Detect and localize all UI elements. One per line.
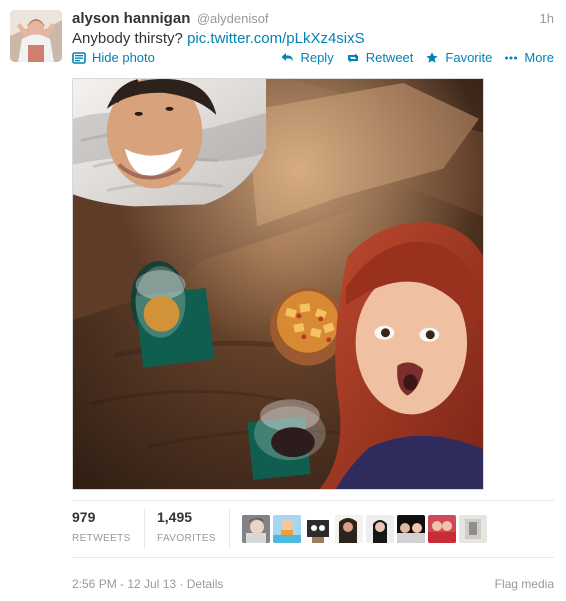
favorites-stat[interactable]: 1,495 FAVORITES bbox=[157, 509, 216, 545]
tweet-actions: Hide photo Reply Retweet Favorite More bbox=[72, 49, 554, 67]
retweets-label: RETWEETS bbox=[72, 533, 131, 544]
tweet-photo[interactable] bbox=[72, 78, 484, 490]
tweet-stats: 979 RETWEETS 1,495 FAVORITES bbox=[72, 509, 554, 557]
retweet-arrows-icon bbox=[346, 51, 360, 65]
stats-top-divider bbox=[72, 500, 554, 501]
stats-separator-1 bbox=[144, 509, 145, 549]
avatar-photo-icon bbox=[10, 10, 62, 62]
reply-arrow-icon bbox=[280, 51, 294, 65]
hide-photo-label: Hide photo bbox=[92, 50, 155, 65]
tweet-text-prefix: Anybody thirsty? bbox=[72, 30, 183, 47]
favorites-label: FAVORITES bbox=[157, 533, 216, 544]
tweet-action-group: Reply Retweet Favorite More bbox=[280, 49, 554, 67]
tweet-text: Anybody thirsty? pic.twitter.com/pLkXz4s… bbox=[72, 29, 365, 49]
favoriter-avatar[interactable] bbox=[242, 515, 270, 543]
star-icon bbox=[425, 51, 439, 65]
ellipsis-icon bbox=[504, 51, 518, 65]
retweets-stat[interactable]: 979 RETWEETS bbox=[72, 509, 131, 545]
favoriter-avatar[interactable] bbox=[335, 515, 363, 543]
author-display-name[interactable]: alyson hannigan bbox=[72, 10, 190, 27]
author-avatar[interactable] bbox=[10, 10, 62, 62]
retweet-label: Retweet bbox=[365, 50, 414, 65]
favoriter-avatar[interactable] bbox=[304, 515, 332, 543]
more-label: More bbox=[524, 50, 554, 65]
stats-bottom-divider bbox=[72, 557, 554, 558]
reply-action[interactable]: Reply bbox=[280, 49, 334, 67]
photo-icon bbox=[72, 51, 86, 65]
favoriter-avatar[interactable] bbox=[428, 515, 456, 543]
stats-separator-2 bbox=[229, 509, 230, 549]
favorited-by-avatars bbox=[242, 515, 487, 543]
author-screen-name[interactable]: @alydenisof bbox=[197, 11, 269, 26]
favoriter-avatar[interactable] bbox=[459, 515, 487, 543]
details-link[interactable]: Details bbox=[187, 577, 224, 591]
hide-photo-action[interactable]: Hide photo bbox=[72, 49, 155, 67]
selfie-photo-image bbox=[73, 79, 483, 489]
favoriter-avatar[interactable] bbox=[273, 515, 301, 543]
retweets-count: 979 bbox=[72, 509, 96, 525]
favoriter-avatar[interactable] bbox=[366, 515, 394, 543]
tweet-header: alyson hannigan @alydenisof 1h bbox=[72, 10, 554, 28]
more-action[interactable]: More bbox=[504, 49, 554, 67]
tweet-footer: 2:56 PM - 12 Jul 13 · Details Flag media bbox=[72, 575, 554, 593]
favorite-action[interactable]: Favorite bbox=[425, 49, 492, 67]
favorites-count: 1,495 bbox=[157, 509, 193, 525]
favoriter-avatar[interactable] bbox=[397, 515, 425, 543]
tweet-card: alyson hannigan @alydenisof 1h Anybody t… bbox=[0, 0, 566, 601]
favorite-label: Favorite bbox=[445, 50, 493, 65]
footer-separator: · bbox=[176, 577, 187, 591]
tweet-media-link[interactable]: pic.twitter.com/pLkXz4sixS bbox=[187, 30, 365, 47]
reply-label: Reply bbox=[300, 50, 334, 65]
tweet-time-ago[interactable]: 1h bbox=[540, 10, 554, 28]
tweet-timestamp[interactable]: 2:56 PM - 12 Jul 13 bbox=[72, 577, 176, 591]
retweet-action[interactable]: Retweet bbox=[346, 49, 414, 67]
flag-media-link[interactable]: Flag media bbox=[495, 575, 554, 593]
